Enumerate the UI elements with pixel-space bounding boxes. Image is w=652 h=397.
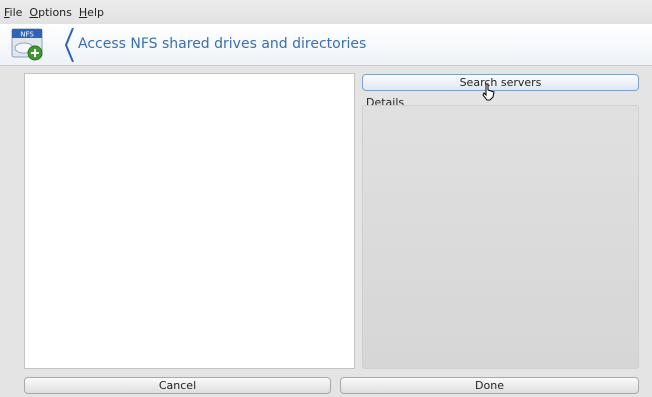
nfs-window: File Options Help NFS Access NFS shared … bbox=[0, 0, 652, 397]
menu-help-label: elp bbox=[87, 5, 104, 19]
done-label: Done bbox=[475, 379, 504, 392]
menu-help[interactable]: Help bbox=[79, 6, 104, 19]
menu-options-label: ptions bbox=[38, 5, 72, 19]
done-button[interactable]: Done bbox=[340, 377, 639, 394]
search-servers-label: Search servers bbox=[459, 76, 542, 89]
server-list[interactable] bbox=[24, 73, 355, 369]
banner-chevron-icon bbox=[64, 28, 74, 62]
mouse-pointer-icon bbox=[482, 83, 495, 101]
menubar: File Options Help bbox=[0, 0, 652, 24]
cancel-button[interactable]: Cancel bbox=[24, 377, 331, 394]
nfs-add-icon: NFS bbox=[11, 28, 43, 61]
search-servers-button[interactable]: Search servers bbox=[362, 74, 639, 91]
page-title: Access NFS shared drives and directories bbox=[78, 36, 367, 52]
menu-help-mnemonic: H bbox=[78, 5, 88, 19]
cancel-label: Cancel bbox=[158, 379, 197, 392]
details-panel bbox=[362, 105, 639, 369]
nfs-icon-text: NFS bbox=[20, 31, 34, 39]
menu-file-label: ile bbox=[9, 5, 23, 19]
menu-file[interactable]: File bbox=[4, 6, 22, 19]
menu-options-mnemonic: O bbox=[29, 5, 39, 19]
banner: NFS Access NFS shared drives and directo… bbox=[0, 24, 652, 66]
menu-options[interactable]: Options bbox=[29, 6, 71, 19]
